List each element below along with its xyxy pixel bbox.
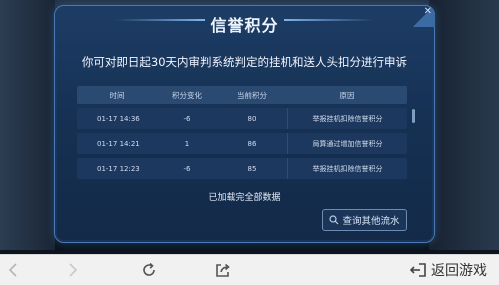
dialog-title: 信誉积分 [210, 16, 279, 35]
row-time: 01-17 12:23 [97, 164, 140, 173]
exit-icon [409, 263, 426, 277]
row-current: 86 [247, 139, 257, 148]
row-current: 85 [247, 164, 257, 173]
table-scrollbar[interactable] [412, 109, 415, 123]
row-reason: 举报挂机扣除信誉积分 [287, 108, 407, 129]
row-time: 01-17 14:21 [97, 139, 140, 148]
close-icon[interactable]: ✕ [424, 6, 432, 17]
browser-bottom-bar: 返回游戏 [0, 254, 499, 285]
header-reason: 原因 [339, 90, 355, 100]
table-header: 时间 积分变化 当前积分 原因 [77, 86, 407, 104]
header-change: 积分变化 [172, 90, 202, 100]
background-panel-right [429, 0, 499, 250]
credit-score-dialog: 信誉积分 ✕ 你可对即日起30天内审判系统判定的挂机和送人头扣分进行申诉 时间 … [54, 5, 435, 243]
loaded-status-text: 已加载完全部数据 [208, 193, 281, 203]
return-to-game-label: 返回游戏 [431, 263, 487, 279]
score-history-table: 时间 积分变化 当前积分 原因 01-17 14:36 -6 80 举报挂机扣除… [77, 86, 407, 179]
dialog-title-bar: 信誉积分 [55, 6, 434, 38]
forward-arrow-icon[interactable] [62, 255, 84, 285]
row-current: 80 [247, 114, 257, 123]
query-other-records-button[interactable]: 查询其他流水 [322, 209, 407, 231]
row-change: 1 [184, 139, 190, 148]
row-time: 01-17 14:36 [97, 114, 140, 123]
close-button[interactable]: ✕ [413, 5, 435, 27]
header-time: 时间 [109, 90, 125, 100]
back-arrow-icon[interactable] [2, 255, 24, 285]
row-change: -6 [183, 164, 191, 173]
header-current: 当前积分 [237, 90, 267, 100]
refresh-icon[interactable] [138, 255, 160, 285]
return-to-game-button[interactable]: 返回游戏 [402, 255, 494, 285]
background-panel-left [0, 0, 55, 250]
table-row: 01-17 14:21 1 86 局算通过增加信誉积分 [77, 133, 407, 154]
row-change: -6 [183, 114, 191, 123]
share-icon[interactable] [212, 255, 234, 285]
search-icon [329, 215, 339, 225]
appeal-info-text: 你可对即日起30天内审判系统判定的挂机和送人头扣分进行申诉 [81, 55, 408, 69]
table-row: 01-17 12:23 -6 85 举报挂机扣除信誉积分 [77, 158, 407, 179]
row-reason: 局算通过增加信誉积分 [287, 133, 407, 154]
table-row: 01-17 14:36 -6 80 举报挂机扣除信誉积分 [77, 108, 407, 129]
query-button-label: 查询其他流水 [342, 216, 400, 227]
row-reason: 举报挂机扣除信誉积分 [287, 158, 407, 179]
